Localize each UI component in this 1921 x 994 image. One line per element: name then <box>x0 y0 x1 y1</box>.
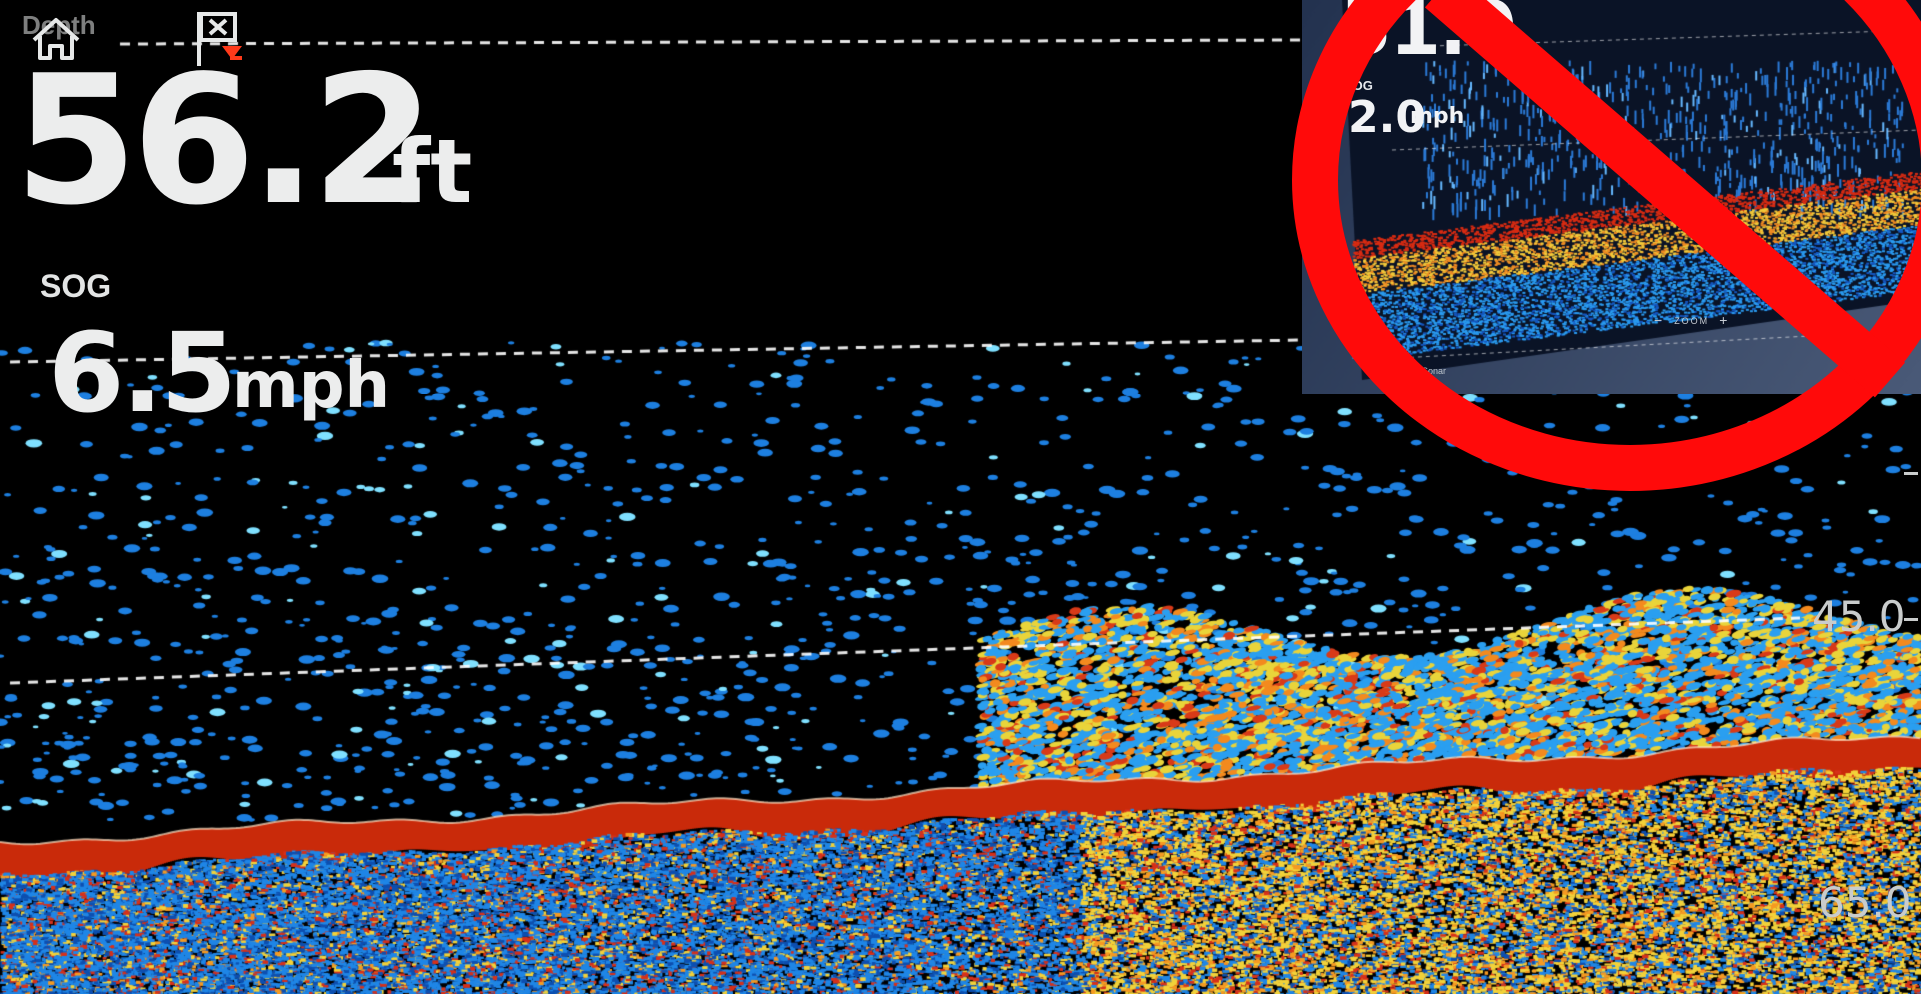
comparison-inset: 51.0 0 SOG 2.0 mph − ZOOM + ⇅ Sonar <box>1302 0 1921 394</box>
sog-value: 6.5 <box>48 309 237 437</box>
range-tick <box>1904 472 1918 475</box>
inset-sog-label: SOG <box>1344 78 1373 93</box>
inset-top-right-value: 0 <box>1862 0 1884 30</box>
inset-depth-value: 51.0 <box>1340 0 1517 72</box>
depth-value: 56.2 <box>14 37 435 244</box>
sonar-mode-icon[interactable]: ⇅ <box>1398 362 1409 378</box>
depth-range-label-65: 65.0 <box>1818 878 1912 927</box>
sog-unit: mph <box>232 349 391 423</box>
inset-sog-unit: mph <box>1410 104 1465 129</box>
zoom-in-button[interactable]: + <box>1719 312 1729 328</box>
depth-range-label-45: 45.0 <box>1812 592 1906 641</box>
range-tick <box>1904 618 1918 621</box>
sog-label: SOG <box>40 268 112 304</box>
zoom-out-button[interactable]: − <box>1654 312 1664 328</box>
inset-sonar-label: Sonar <box>1422 366 1447 376</box>
zoom-label: ZOOM <box>1674 316 1710 327</box>
depth-unit: ft <box>392 120 473 223</box>
inset-zoom-control[interactable]: − ZOOM + <box>1654 312 1729 328</box>
